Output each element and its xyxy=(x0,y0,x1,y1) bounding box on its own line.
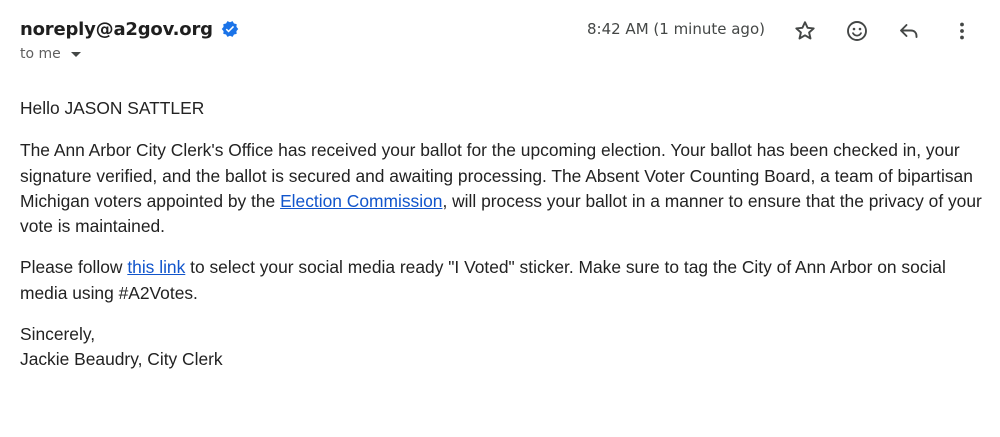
reply-icon xyxy=(897,19,921,43)
email-header: noreply@a2gov.org to me 8:42 AM (1 minut… xyxy=(20,14,980,70)
message-actions xyxy=(780,16,980,46)
add-reaction-button[interactable] xyxy=(842,16,872,46)
more-vert-icon xyxy=(950,19,974,43)
body-paragraph-1: The Ann Arbor City Clerk's Office has re… xyxy=(20,138,982,239)
sticker-link[interactable]: this link xyxy=(127,257,185,277)
recipient-label: to me xyxy=(20,46,61,62)
body-paragraph-2: Please follow this link to select your s… xyxy=(20,255,982,306)
verified-badge-icon xyxy=(221,20,239,38)
recipient-dropdown[interactable]: to me xyxy=(20,46,81,62)
star-button[interactable] xyxy=(790,16,820,46)
emoji-icon xyxy=(845,19,869,43)
star-icon xyxy=(793,19,817,43)
chevron-down-icon xyxy=(70,51,81,57)
greeting: Hello JASON SATTLER xyxy=(20,98,205,118)
email-timestamp: 8:42 AM (1 minute ago) xyxy=(586,20,765,38)
more-options-button[interactable] xyxy=(947,16,977,46)
signature: Jackie Beaudry, City Clerk xyxy=(20,349,223,370)
election-commission-link[interactable]: Election Commission xyxy=(280,191,442,211)
sender-row: noreply@a2gov.org xyxy=(20,16,239,42)
reply-button[interactable] xyxy=(894,16,924,46)
sender-address[interactable]: noreply@a2gov.org xyxy=(20,19,213,40)
closing: Sincerely, xyxy=(20,324,96,345)
paragraph-2-text-start: Please follow xyxy=(20,257,128,278)
email-body: Hello JASON SATTLER The Ann Arbor City C… xyxy=(20,96,982,373)
